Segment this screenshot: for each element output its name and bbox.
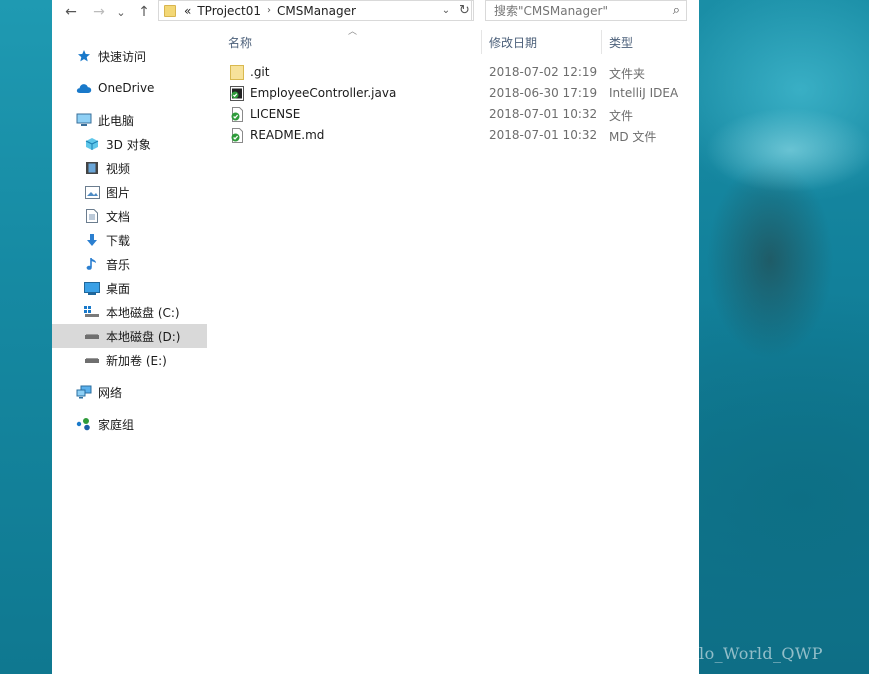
breadcrumb-separator-icon[interactable]: › <box>267 5 271 16</box>
file-row[interactable]: EmployeeController.java 2018-06-30 17:19… <box>228 83 688 104</box>
column-header-modified[interactable]: 修改日期 <box>489 34 537 52</box>
sidebar-item-label: 此电脑 <box>98 113 135 128</box>
sidebar-item-label: 音乐 <box>106 257 131 272</box>
file-row[interactable]: .git 2018-07-02 12:19 文件夹 <box>228 62 688 83</box>
file-name: .git <box>250 65 270 79</box>
sidebar-item-desktop[interactable]: 桌面 <box>84 276 130 300</box>
drive-icon <box>84 328 100 344</box>
address-dropdown-button[interactable]: ⌄ <box>436 0 456 21</box>
file-type: 文件 <box>609 109 634 123</box>
sidebar-item-drive-e[interactable]: 新加卷 (E:) <box>84 348 167 372</box>
chevron-down-icon: ⌄ <box>441 5 451 16</box>
drive-c-icon <box>84 304 100 320</box>
sidebar-item-quick-access[interactable]: 快速访问 <box>76 44 146 68</box>
sidebar-item-label: 本地磁盘 (D:) <box>106 329 181 344</box>
breadcrumb-cmsmanager[interactable]: CMSManager <box>277 4 356 18</box>
column-header-name[interactable]: 名称 <box>228 34 252 52</box>
up-arrow-icon: ↑ <box>138 4 150 20</box>
sidebar-item-network[interactable]: 网络 <box>76 380 122 404</box>
recent-locations-button[interactable]: ⌄ <box>114 2 128 22</box>
file-modified: 2018-07-02 12:19 <box>489 65 598 79</box>
file-type: IntelliJ IDEA <box>609 86 679 100</box>
file-name: README.md <box>250 128 325 142</box>
network-icon <box>76 384 92 400</box>
search-icon[interactable]: ⌕ <box>673 3 680 18</box>
search-input[interactable] <box>494 3 664 18</box>
computer-icon <box>76 112 92 128</box>
java-file-icon <box>230 86 244 101</box>
file-modified: 2018-06-30 17:19 <box>489 86 598 100</box>
video-icon <box>84 160 100 176</box>
picture-icon <box>84 184 100 200</box>
desktop-background-left <box>0 0 52 674</box>
cloud-icon <box>76 80 92 96</box>
homegroup-icon <box>76 416 92 432</box>
folder-icon <box>164 4 176 17</box>
star-icon <box>76 48 92 64</box>
sidebar-item-homegroup[interactable]: 家庭组 <box>76 412 134 436</box>
sidebar-item-label: 下载 <box>106 233 131 248</box>
file-name: LICENSE <box>250 107 301 121</box>
sidebar-item-label: 文档 <box>106 209 131 224</box>
sidebar-item-drive-d[interactable]: 本地磁盘 (D:) <box>52 324 207 348</box>
explorer-window: ← → ⌄ ↑ « TProject01 › CMSManager ⌄ ↻ ⌕ … <box>52 0 699 674</box>
sidebar-item-label: 图片 <box>106 185 131 200</box>
sidebar-item-downloads[interactable]: 下载 <box>84 228 130 252</box>
forward-arrow-icon: → <box>93 4 105 20</box>
sidebar-item-label: 3D 对象 <box>106 137 151 152</box>
breadcrumb-tproject01[interactable]: TProject01 <box>197 4 261 18</box>
sidebar-item-videos[interactable]: 视频 <box>84 156 130 180</box>
refresh-button[interactable]: ↻ <box>456 0 474 21</box>
document-icon <box>84 208 100 224</box>
folder-icon <box>230 65 244 80</box>
column-header-type[interactable]: 类型 <box>609 34 633 52</box>
sidebar-item-documents[interactable]: 文档 <box>84 204 130 228</box>
cube-icon <box>84 136 100 152</box>
forward-button[interactable]: → <box>89 2 109 22</box>
file-name: EmployeeController.java <box>250 86 397 100</box>
back-arrow-icon: ← <box>65 4 77 20</box>
navigation-bar: ← → ⌄ ↑ « TProject01 › CMSManager ⌄ ↻ ⌕ <box>52 0 699 24</box>
file-type: MD 文件 <box>609 130 657 144</box>
sidebar-item-label: 视频 <box>106 161 131 176</box>
sidebar-item-this-pc[interactable]: 此电脑 <box>76 108 134 132</box>
file-check-icon <box>230 128 244 143</box>
chevron-down-icon: ⌄ <box>116 5 126 19</box>
desktop-icon <box>84 280 100 296</box>
sidebar-item-label: OneDrive <box>98 81 155 95</box>
sidebar-item-3d-objects[interactable]: 3D 对象 <box>84 132 151 156</box>
sidebar-item-pictures[interactable]: 图片 <box>84 180 130 204</box>
drive-icon <box>84 352 100 368</box>
column-divider[interactable] <box>481 30 482 54</box>
sidebar-item-onedrive[interactable]: OneDrive <box>76 76 154 100</box>
sidebar-item-label: 桌面 <box>106 281 131 296</box>
file-modified: 2018-07-01 10:32 <box>489 128 598 142</box>
file-row[interactable]: README.md 2018-07-01 10:32 MD 文件 <box>228 125 688 146</box>
sort-ascending-icon: ︿ <box>348 27 358 37</box>
breadcrumb-overflow[interactable]: « <box>184 4 191 18</box>
file-row[interactable]: LICENSE 2018-07-01 10:32 文件 <box>228 104 688 125</box>
column-divider[interactable] <box>601 30 602 54</box>
sidebar-item-label: 新加卷 (E:) <box>106 353 167 368</box>
sidebar-item-music[interactable]: 音乐 <box>84 252 130 276</box>
watermark-text: https://blog.csdn.net/Hello_World_QWP <box>488 644 823 663</box>
sidebar-item-label: 快速访问 <box>98 49 147 64</box>
sidebar-item-label: 本地磁盘 (C:) <box>106 305 180 320</box>
file-type: 文件夹 <box>609 67 646 81</box>
file-check-icon <box>230 107 244 122</box>
file-modified: 2018-07-01 10:32 <box>489 107 598 121</box>
download-icon <box>84 232 100 248</box>
sidebar-item-label: 家庭组 <box>98 417 135 432</box>
music-icon <box>84 256 100 272</box>
search-box[interactable]: ⌕ <box>485 0 687 21</box>
up-button[interactable]: ↑ <box>134 2 154 22</box>
back-button[interactable]: ← <box>61 2 81 22</box>
sidebar-item-label: 网络 <box>98 385 123 400</box>
refresh-icon: ↻ <box>459 3 470 18</box>
address-bar[interactable]: « TProject01 › CMSManager <box>158 0 472 21</box>
sidebar-item-drive-c[interactable]: 本地磁盘 (C:) <box>84 300 180 324</box>
